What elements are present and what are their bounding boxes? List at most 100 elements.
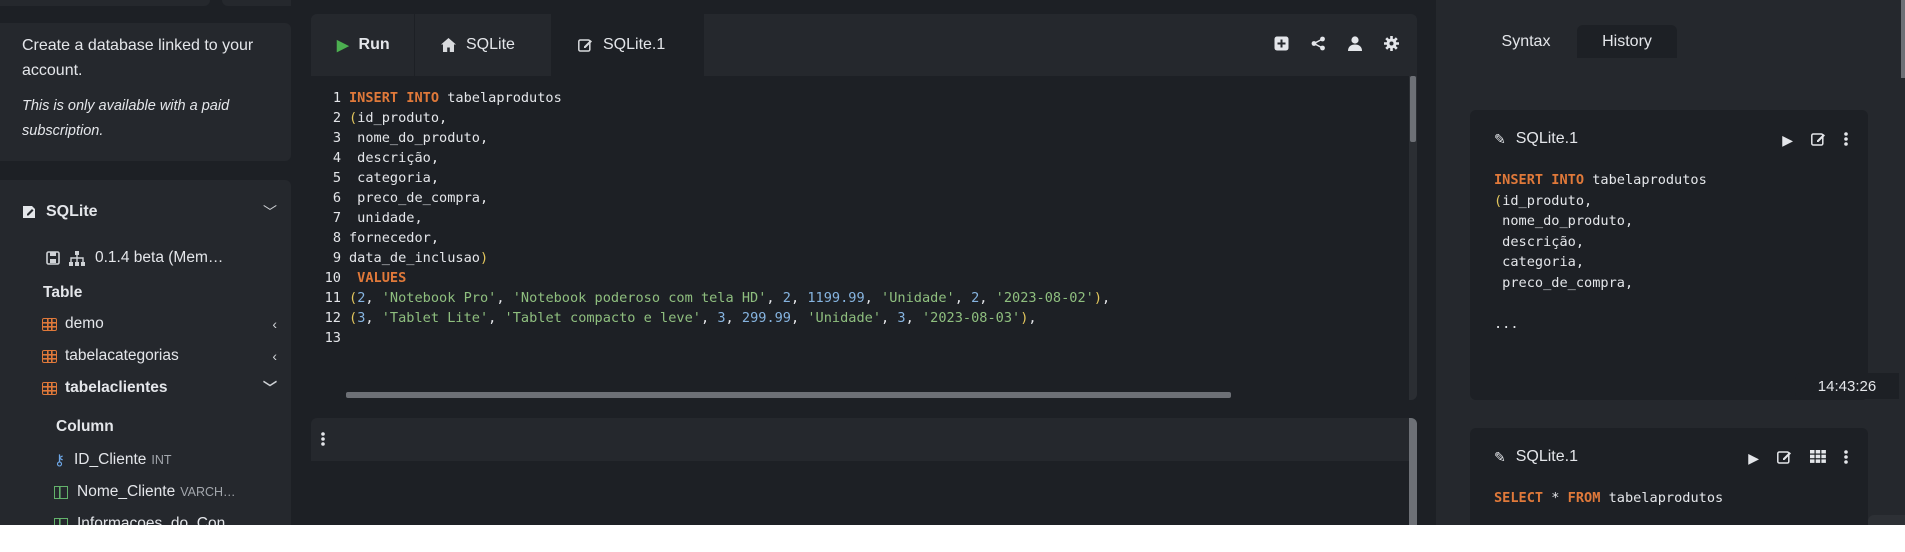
edit-icon[interactable] (1777, 450, 1792, 464)
table-item-tabelacategorias[interactable]: tabelacategorias ‹ (42, 344, 277, 368)
code-line[interactable]: 1 INSERT INTO tabelaprodutos (311, 88, 562, 108)
database-header[interactable]: SQLite ﹀ (22, 200, 277, 224)
right-panel: Syntax History ✎ SQLite.1 ▶ INSERT INTO … (1436, 0, 1905, 525)
tab-sqlite-home[interactable]: SQLite (415, 14, 552, 76)
code-line[interactable]: 2 (id_produto, (311, 108, 447, 128)
right-scrollbar[interactable] (1901, 0, 1905, 78)
database-name: SQLite (46, 203, 98, 220)
code-token: , (1028, 310, 1037, 326)
column-item[interactable]: Nome_Cliente VARCH… (54, 480, 236, 504)
code-token: categoria, (349, 170, 440, 186)
code-token: id_produto, (1502, 192, 1593, 209)
run-label: Run (358, 36, 390, 53)
play-icon: ▶ (337, 37, 349, 54)
database-version: 0.1.4 beta (Mem… (95, 249, 224, 266)
code-token: ( (349, 110, 358, 126)
code-token: , (954, 290, 972, 306)
table-item-tabelaclientes[interactable]: tabelaclientes ﹀ (42, 376, 277, 400)
grid-icon[interactable] (1810, 450, 1826, 463)
code-token: nome_do_produto, (349, 130, 489, 146)
history-card-header: ✎ SQLite.1 (1494, 130, 1578, 148)
tab-label: SQLite (466, 36, 515, 53)
code-line[interactable]: 9 data_de_inclusao) (311, 248, 488, 268)
code-line[interactable]: 5 categoria, (311, 168, 439, 188)
code-token: VALUES (349, 270, 407, 286)
code-token: tabelaprodutos (1600, 490, 1724, 506)
code-line[interactable]: 11 (2, 'Notebook Pro', 'Notebook poderoso… (311, 288, 1111, 308)
run-button[interactable]: ▶ Run (311, 14, 415, 76)
play-icon[interactable]: ▶ (1782, 132, 1793, 149)
code-line[interactable]: 4 descrição, (311, 148, 439, 168)
results-scrollbar[interactable] (1409, 418, 1417, 525)
column-item[interactable]: ⚷ ID_Cliente INT (54, 448, 172, 472)
history-code-line: SELECT * FROM tabelaprodutos (1494, 486, 1723, 511)
code-token: , (365, 290, 382, 306)
chevron-down-icon[interactable]: ﹀ (263, 378, 277, 398)
database-edit-icon (23, 206, 35, 218)
history-card[interactable]: ✎ SQLite.1 ▶ INSERT INTO tabelaprodutos (… (1470, 110, 1868, 400)
code-token: tabelaprodutos (439, 90, 562, 106)
history-timestamp-edge (1868, 515, 1905, 525)
database-version-row: 0.1.4 beta (Mem… (46, 249, 223, 267)
code-token: ( (349, 290, 358, 306)
tab-history[interactable]: History (1577, 25, 1677, 58)
sql-editor[interactable]: 1 INSERT INTO tabelaprodutos 2 (id_produto,… (311, 76, 1417, 400)
code-token: 'Notebook poderoso com tela HD' (512, 290, 767, 306)
column-type: VARCH… (180, 485, 236, 499)
user-icon[interactable] (1348, 36, 1362, 51)
table-heading: Table (43, 284, 83, 301)
code-line[interactable]: 10 VALUES (311, 268, 407, 288)
gear-icon[interactable] (1384, 36, 1399, 51)
left-sidebar: Create a database linked to your account… (0, 0, 291, 525)
sitemap-icon (69, 250, 85, 266)
code-token: 'Notebook Pro' (381, 290, 497, 306)
code-token: 'Tablet compacto e leve' (504, 310, 701, 326)
tab-sqlite-1[interactable]: SQLite.1 (552, 14, 704, 76)
table-icon (42, 349, 57, 363)
column-name: Informacoes_do_Con… (77, 515, 241, 525)
table-name: tabelaclientes (65, 379, 168, 396)
top-card-edge (0, 0, 210, 6)
add-square-icon[interactable] (1274, 36, 1289, 51)
editor-vertical-scrollbar[interactable] (1409, 76, 1417, 400)
play-icon[interactable]: ▶ (1748, 450, 1759, 467)
line-number: 12 (324, 310, 341, 326)
column-item[interactable]: Informacoes_do_Con… (54, 512, 241, 525)
history-timestamp: 14:43:26 (1795, 373, 1899, 399)
code-token: preco_de_compra, (349, 190, 489, 206)
editor-tab-bar: ▶ Run SQLite SQLite.1 (311, 14, 1417, 77)
more-vertical-icon[interactable] (321, 432, 325, 446)
line-number: 10 (324, 270, 341, 286)
code-line[interactable]: 7 unidade, (311, 208, 423, 228)
edit-icon[interactable] (1811, 132, 1826, 146)
scroll-thumb[interactable] (1410, 76, 1416, 142)
history-actions: ▶ (1748, 450, 1848, 467)
code-token: , (979, 290, 996, 306)
table-item-demo[interactable]: demo ‹ (42, 312, 277, 336)
share-icon[interactable] (1311, 36, 1326, 51)
chevron-left-icon[interactable]: ‹ (272, 348, 277, 364)
code-line[interactable]: 6 preco_de_compra, (311, 188, 488, 208)
pencil-icon: ✎ (1494, 130, 1506, 147)
code-token: nome_do_produto, (1494, 213, 1634, 229)
tab-syntax[interactable]: Syntax (1476, 25, 1576, 58)
history-card-header: ✎ SQLite.1 (1494, 448, 1578, 466)
code-token: ) (479, 250, 489, 266)
code-line[interactable]: 12 (3, 'Tablet Lite', 'Tablet compacto e … (311, 308, 1037, 328)
code-token: ( (1494, 192, 1503, 209)
chevron-left-icon[interactable]: ‹ (272, 316, 277, 332)
history-code-line: preco_de_compra, (1494, 271, 1633, 296)
code-token: 1199.99 (807, 290, 865, 306)
code-line[interactable]: 3 nome_do_produto, (311, 128, 488, 148)
home-icon (441, 38, 456, 52)
more-vertical-icon[interactable] (1844, 450, 1848, 464)
chevron-down-icon[interactable]: ﹀ (263, 202, 277, 222)
code-line[interactable]: 8 fornecedor, (311, 228, 439, 248)
edit-icon (578, 39, 592, 52)
more-vertical-icon[interactable] (1844, 132, 1848, 146)
history-card[interactable]: ✎ SQLite.1 ▶ SELECT * FROM tabelaproduto… (1470, 428, 1868, 525)
code-token: 'Tablet Lite' (381, 310, 489, 326)
code-token: id_produto, (357, 110, 448, 126)
code-line[interactable]: 13 (311, 328, 349, 348)
editor-horizontal-scrollbar[interactable] (346, 392, 1231, 398)
